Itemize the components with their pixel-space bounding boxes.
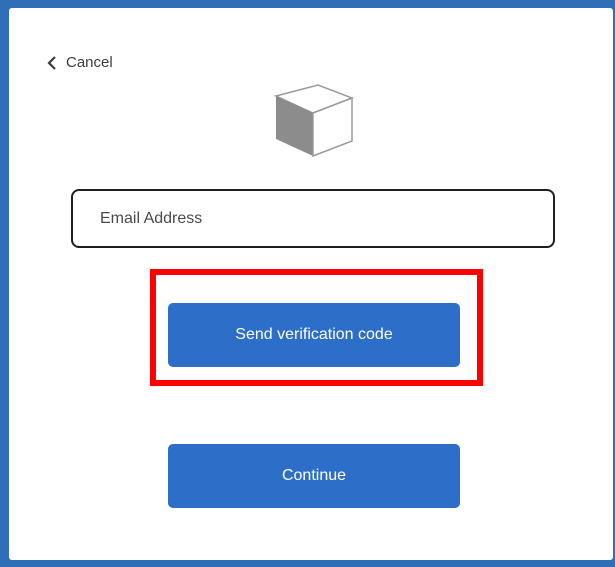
sign-in-panel: Cancel Send verification code Continue <box>9 8 613 560</box>
email-field[interactable] <box>71 189 555 248</box>
cancel-label: Cancel <box>66 54 113 71</box>
continue-button[interactable]: Continue <box>168 444 460 508</box>
send-verification-code-button[interactable]: Send verification code <box>168 303 460 367</box>
chevron-left-icon <box>46 55 58 70</box>
cube-icon <box>266 71 361 166</box>
cancel-link[interactable]: Cancel <box>46 54 113 71</box>
